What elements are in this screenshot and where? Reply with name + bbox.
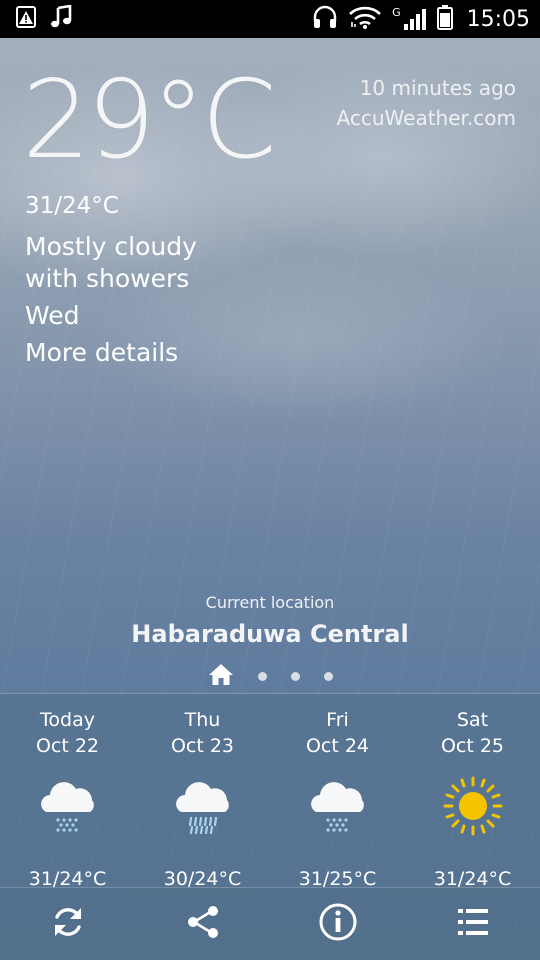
forecast-day[interactable]: Thu Oct 23 30/24°C <box>135 694 270 890</box>
signal-icon: G <box>392 7 427 31</box>
location-pager[interactable] <box>0 662 540 690</box>
share-button[interactable] <box>168 894 238 954</box>
current-day: Wed <box>25 301 80 330</box>
forecast-date: Oct 23 <box>170 735 235 757</box>
current-conditions: 31/24°C Mostly cloudy with showers Wed M… <box>25 191 225 369</box>
info-icon <box>318 902 358 946</box>
source-link[interactable]: AccuWeather.com <box>337 103 516 133</box>
condition-line-2: with showers <box>25 264 190 293</box>
condition-line-1: Mostly cloudy <box>25 232 197 261</box>
info-button[interactable] <box>303 894 373 954</box>
more-details-link[interactable]: More details <box>25 337 225 369</box>
forecast-day-name: Fri <box>326 709 349 731</box>
forecast-date: Oct 22 <box>35 735 100 757</box>
network-type-label: G <box>392 6 401 19</box>
location-label: Current location <box>205 593 335 612</box>
forecast-day-name: Sat <box>456 709 489 731</box>
status-bar: G 15:05 <box>0 0 540 38</box>
page-dot[interactable] <box>323 671 333 681</box>
forecast-day[interactable]: Fri Oct 24 31/25°C <box>270 694 405 890</box>
page-dot[interactable] <box>290 671 300 681</box>
bottom-toolbar <box>0 887 540 960</box>
page-dot[interactable] <box>257 671 267 681</box>
cloud-rain-light-icon <box>36 774 100 842</box>
forecast-day[interactable]: Today Oct 22 31/24°C <box>0 694 135 890</box>
forecast-strip: Today Oct 22 31/24°C Thu Oct 23 30/24°C … <box>0 693 540 890</box>
cloud-rain-heavy-icon <box>171 774 235 842</box>
current-temperature: 29°C <box>22 58 277 183</box>
location-name: Habaraduwa Central <box>131 620 409 648</box>
headphones-icon <box>312 5 338 33</box>
forecast-day[interactable]: Sat Oct 25 31/24°C <box>405 694 540 890</box>
last-updated: 10 minutes ago <box>359 76 516 100</box>
alert-icon <box>14 5 40 33</box>
share-icon <box>184 903 222 945</box>
forecast-day-name: Today <box>40 709 95 731</box>
cloud-rain-light-icon <box>306 774 370 842</box>
update-info: 10 minutes ago AccuWeather.com <box>337 73 516 133</box>
condition-text: Mostly cloudy with showers <box>25 231 225 295</box>
sun-icon <box>441 774 505 842</box>
clock: 15:05 <box>466 6 530 32</box>
forecast-day-name: Thu <box>184 709 221 731</box>
battery-icon <box>436 4 453 34</box>
hi-lo-temperature: 31/24°C <box>25 193 119 219</box>
refresh-icon <box>49 903 87 945</box>
refresh-button[interactable] <box>33 894 103 954</box>
wifi-icon <box>348 5 382 33</box>
forecast-date: Oct 25 <box>440 735 505 757</box>
forecast-date: Oct 24 <box>305 735 370 757</box>
music-note-icon <box>50 4 72 33</box>
home-icon[interactable] <box>208 662 234 690</box>
menu-button[interactable] <box>438 894 508 954</box>
menu-list-icon <box>454 903 492 945</box>
